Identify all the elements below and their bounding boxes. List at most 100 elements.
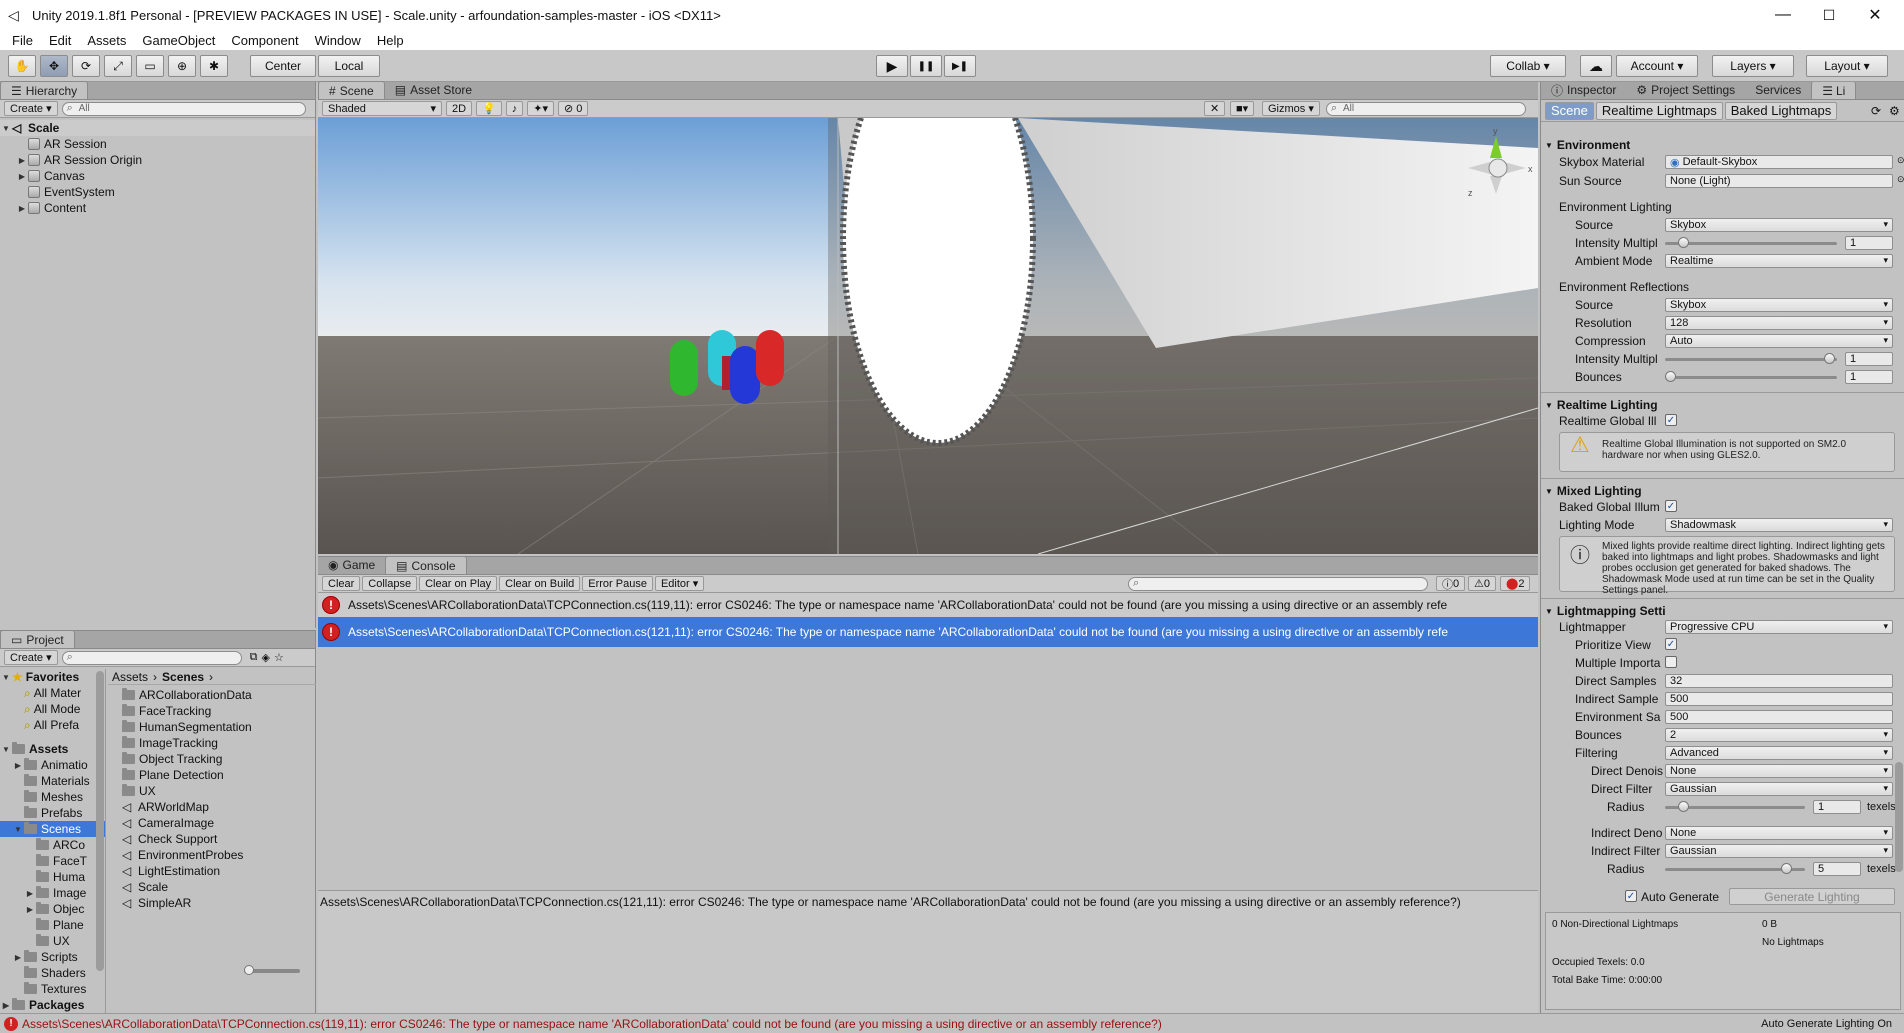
menu-edit[interactable]: Edit xyxy=(41,33,79,48)
project-tree-item[interactable]: Meshes xyxy=(0,789,105,805)
refl-intensity-field[interactable]: 1 xyxy=(1845,352,1893,366)
tab-scene[interactable]: # Scene xyxy=(318,81,385,99)
generate-lighting-button[interactable]: Generate Lighting xyxy=(1729,888,1895,905)
object-picker-icon[interactable]: ⊙ xyxy=(1897,155,1904,166)
packages-header[interactable]: ▶ Packages xyxy=(0,997,105,1013)
hierarchy-item[interactable]: ▶ Canvas xyxy=(0,168,315,184)
error-count-toggle[interactable]: ⬤ 2 xyxy=(1500,576,1531,591)
console-collapse-button[interactable]: Collapse xyxy=(362,576,418,591)
project-tree-item[interactable]: Textures xyxy=(0,981,105,997)
icon-size-slider-knob[interactable] xyxy=(244,965,254,975)
favorite-item[interactable]: ⌕ All Prefa xyxy=(0,717,105,733)
intensity-slider-knob[interactable] xyxy=(1678,237,1689,248)
audio-toggle-icon[interactable]: ♪ xyxy=(505,101,524,116)
hierarchy-item[interactable]: ▶ Content xyxy=(0,200,315,216)
mixed-header[interactable]: ▼ Mixed Lighting xyxy=(1545,484,1642,498)
play-button[interactable]: ▶ xyxy=(876,55,908,77)
lighting-tab-baked[interactable]: Baked Lightmaps xyxy=(1724,101,1838,120)
project-file-item[interactable]: ARCollaborationData xyxy=(108,687,316,703)
radius2-slider-knob[interactable] xyxy=(1781,863,1792,874)
prioritize-checkbox[interactable]: ✓ xyxy=(1665,638,1677,650)
scene-root-row[interactable]: ▼ ◁ Scale xyxy=(0,120,315,136)
collab-button[interactable]: Collab ▾ xyxy=(1490,55,1566,77)
2d-toggle[interactable]: 2D xyxy=(446,101,473,116)
hand-tool-button[interactable]: ✋ xyxy=(8,55,36,77)
expand-arrow-icon[interactable]: ▼ xyxy=(0,745,12,754)
project-create-button[interactable]: Create ▾ xyxy=(4,650,58,665)
multiple-importance-checkbox[interactable] xyxy=(1665,656,1677,668)
direct-denoiser-dropdown[interactable]: None xyxy=(1665,764,1893,778)
project-tree-item[interactable]: ▶ Objec xyxy=(0,901,105,917)
menu-window[interactable]: Window xyxy=(307,33,369,48)
direct-samples-field[interactable]: 32 xyxy=(1665,674,1893,688)
tab-game[interactable]: ◉ Game xyxy=(318,556,385,574)
shading-dropdown[interactable]: Shaded ▾ xyxy=(322,101,442,116)
transform-tool-button[interactable]: ⊕ xyxy=(168,55,196,77)
expand-arrow-icon[interactable]: ▶ xyxy=(24,905,36,914)
favorite-star-icon[interactable]: ☆ xyxy=(274,651,284,664)
tab-hierarchy[interactable]: ☰ Hierarchy xyxy=(0,81,89,99)
baked-gi-checkbox[interactable]: ✓ xyxy=(1665,500,1677,512)
menu-assets[interactable]: Assets xyxy=(79,33,134,48)
info-count-toggle[interactable]: ⓘ 0 xyxy=(1436,576,1466,591)
project-tree-item[interactable]: Prefabs xyxy=(0,805,105,821)
layout-dropdown[interactable]: Layout ▾ xyxy=(1806,55,1888,77)
lightmapping-header[interactable]: ▼ Lightmapping Setti xyxy=(1545,604,1666,618)
hierarchy-item[interactable]: AR Session xyxy=(0,136,315,152)
console-editor-dropdown[interactable]: Editor ▾ xyxy=(654,576,705,591)
realtime-gi-checkbox[interactable]: ✓ xyxy=(1665,414,1677,426)
console-row-selected[interactable]: ! Assets\Scenes\ARCollaborationData\TCPC… xyxy=(318,617,1538,647)
lighting-mode-dropdown[interactable]: Shadowmask xyxy=(1665,518,1893,532)
pivot-center-button[interactable]: Center xyxy=(250,55,316,77)
warning-count-toggle[interactable]: ⚠ 0 xyxy=(1468,576,1496,591)
project-file-item[interactable]: HumanSegmentation xyxy=(108,719,316,735)
hierarchy-create-button[interactable]: Create ▾ xyxy=(4,101,58,116)
tab-console[interactable]: ▤ Console xyxy=(385,556,467,574)
cloud-icon[interactable]: ☁ xyxy=(1580,55,1612,77)
console-row[interactable]: ! Assets\Scenes\ARCollaborationData\TCPC… xyxy=(318,593,1538,617)
expand-arrow-icon[interactable]: ▶ xyxy=(24,889,36,898)
expand-arrow-icon[interactable]: ▶ xyxy=(16,172,28,181)
project-tree-item[interactable]: ▶ Animatio xyxy=(0,757,105,773)
status-message[interactable]: Assets\Scenes\ARCollaborationData\TCPCon… xyxy=(22,1017,1722,1031)
favorite-item[interactable]: ⌕ All Mater xyxy=(0,685,105,701)
radius1-slider-knob[interactable] xyxy=(1678,801,1689,812)
project-file-item[interactable]: ◁ Scale xyxy=(108,879,316,895)
indirect-filter-dropdown[interactable]: Gaussian xyxy=(1665,844,1893,858)
radius2-slider[interactable] xyxy=(1665,862,1805,876)
intensity-field[interactable]: 1 xyxy=(1845,236,1893,250)
rotate-tool-button[interactable]: ⟳ xyxy=(72,55,100,77)
project-tree-item[interactable]: ▼ Scenes xyxy=(0,821,105,837)
minimize-button[interactable]: — xyxy=(1760,0,1806,30)
project-tree-item[interactable]: FaceT xyxy=(0,853,105,869)
project-file-item[interactable]: Object Tracking xyxy=(108,751,316,767)
console-clear-on-play-button[interactable]: Clear on Play xyxy=(419,576,498,591)
menu-file[interactable]: File xyxy=(4,33,41,48)
close-button[interactable]: ✕ xyxy=(1852,0,1898,30)
expand-arrow-icon[interactable]: ▼ xyxy=(0,124,12,133)
project-file-item[interactable]: UX xyxy=(108,783,316,799)
tab-project-settings[interactable]: ⚙ Project Settings xyxy=(1626,82,1745,99)
breadcrumb-item[interactable]: Scenes xyxy=(162,670,204,684)
assets-header[interactable]: ▼ Assets xyxy=(0,741,105,757)
scene-viewport[interactable]: y x z xyxy=(318,118,1538,554)
indirect-denoiser-dropdown[interactable]: None xyxy=(1665,826,1893,840)
refl-intensity-slider-knob[interactable] xyxy=(1824,353,1835,364)
expand-arrow-icon[interactable]: ▶ xyxy=(12,953,24,962)
move-tool-button[interactable]: ✥ xyxy=(40,55,68,77)
radius1-field[interactable]: 1 xyxy=(1813,800,1861,814)
hierarchy-item[interactable]: EventSystem xyxy=(0,184,315,200)
expand-arrow-icon[interactable]: ▼ xyxy=(12,825,24,834)
project-tree-item[interactable]: Plane xyxy=(0,917,105,933)
project-file-item[interactable]: FaceTracking xyxy=(108,703,316,719)
project-tree-item[interactable]: Shaders xyxy=(0,965,105,981)
project-tree-item[interactable]: ▶ Scripts xyxy=(0,949,105,965)
auto-generate-checkbox[interactable]: ✓ xyxy=(1625,890,1637,902)
gear-icon[interactable]: ⚙ xyxy=(1889,104,1900,118)
project-file-item[interactable]: ◁ EnvironmentProbes xyxy=(108,847,316,863)
tools-icon[interactable]: ✕ xyxy=(1204,101,1226,116)
gizmos-dropdown[interactable]: Gizmos ▾ xyxy=(1262,101,1320,116)
project-tree-item[interactable]: Huma xyxy=(0,869,105,885)
expand-arrow-icon[interactable]: ▶ xyxy=(0,1001,12,1010)
tab-asset-store[interactable]: ▤ Asset Store xyxy=(385,81,482,99)
